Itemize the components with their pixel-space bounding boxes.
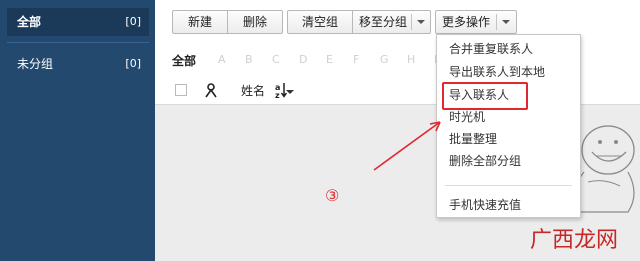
index-letter[interactable]: E: [326, 53, 333, 66]
sidebar-item-ungrouped[interactable]: 未分组 [0]: [7, 50, 149, 78]
index-letter[interactable]: D: [299, 53, 307, 66]
name-column-header[interactable]: 姓名: [241, 82, 265, 99]
watermark-text: 广西龙网: [530, 228, 619, 253]
svg-text:z: z: [275, 91, 280, 99]
sidebar-item-label: 未分组: [17, 57, 54, 71]
group-title: 全部: [172, 54, 197, 68]
menu-item-merge-duplicates[interactable]: 合并重复联系人: [449, 39, 533, 59]
select-all-checkbox[interactable]: [175, 84, 187, 96]
menu-item-batch-organize[interactable]: 批量整理: [449, 129, 497, 149]
sidebar-item-all[interactable]: 全部 [0]: [7, 8, 149, 36]
more-actions-button[interactable]: 更多操作: [435, 10, 517, 34]
menu-item-time-machine[interactable]: 时光机: [449, 107, 485, 127]
delete-button[interactable]: 删除: [227, 10, 283, 34]
chevron-down-icon[interactable]: [286, 90, 294, 94]
sidebar: 全部 [0] 未分组 [0]: [0, 0, 155, 261]
sidebar-item-count: [0]: [125, 15, 141, 28]
index-letter[interactable]: B: [245, 53, 253, 66]
menu-item-delete-all-groups[interactable]: 删除全部分组: [449, 151, 521, 171]
menu-item-mobile-topup[interactable]: 手机快速充值: [449, 195, 521, 215]
button-separator: [496, 14, 497, 30]
menu-item-export-contacts[interactable]: 导出联系人到本地: [449, 62, 545, 82]
move-to-group-label: 移至分组: [359, 15, 408, 29]
new-contact-button[interactable]: 新建: [172, 10, 228, 34]
annotation-arrow: [373, 121, 441, 171]
index-letter[interactable]: H: [407, 53, 415, 66]
more-actions-dropdown: 合并重复联系人 导出联系人到本地 导入联系人 时光机 批量整理 删除全部分组 手…: [436, 34, 581, 218]
index-letter[interactable]: A: [218, 53, 226, 66]
more-actions-label: 更多操作: [442, 15, 491, 29]
step-marker: ③: [325, 186, 340, 205]
sidebar-item-label: 全部: [17, 15, 42, 29]
button-separator: [411, 14, 412, 30]
person-icon[interactable]: [203, 82, 219, 98]
index-letter[interactable]: G: [380, 53, 389, 66]
sidebar-item-count: [0]: [125, 57, 141, 70]
chevron-down-icon: [417, 20, 425, 24]
chevron-down-icon: [502, 20, 510, 24]
sidebar-divider: [7, 42, 149, 43]
clear-group-button[interactable]: 清空组: [287, 10, 353, 34]
index-letter[interactable]: F: [353, 53, 359, 66]
highlight-box: [442, 82, 528, 110]
menu-separator: [445, 185, 572, 186]
move-to-group-button[interactable]: 移至分组: [352, 10, 431, 34]
index-letter[interactable]: C: [272, 53, 280, 66]
